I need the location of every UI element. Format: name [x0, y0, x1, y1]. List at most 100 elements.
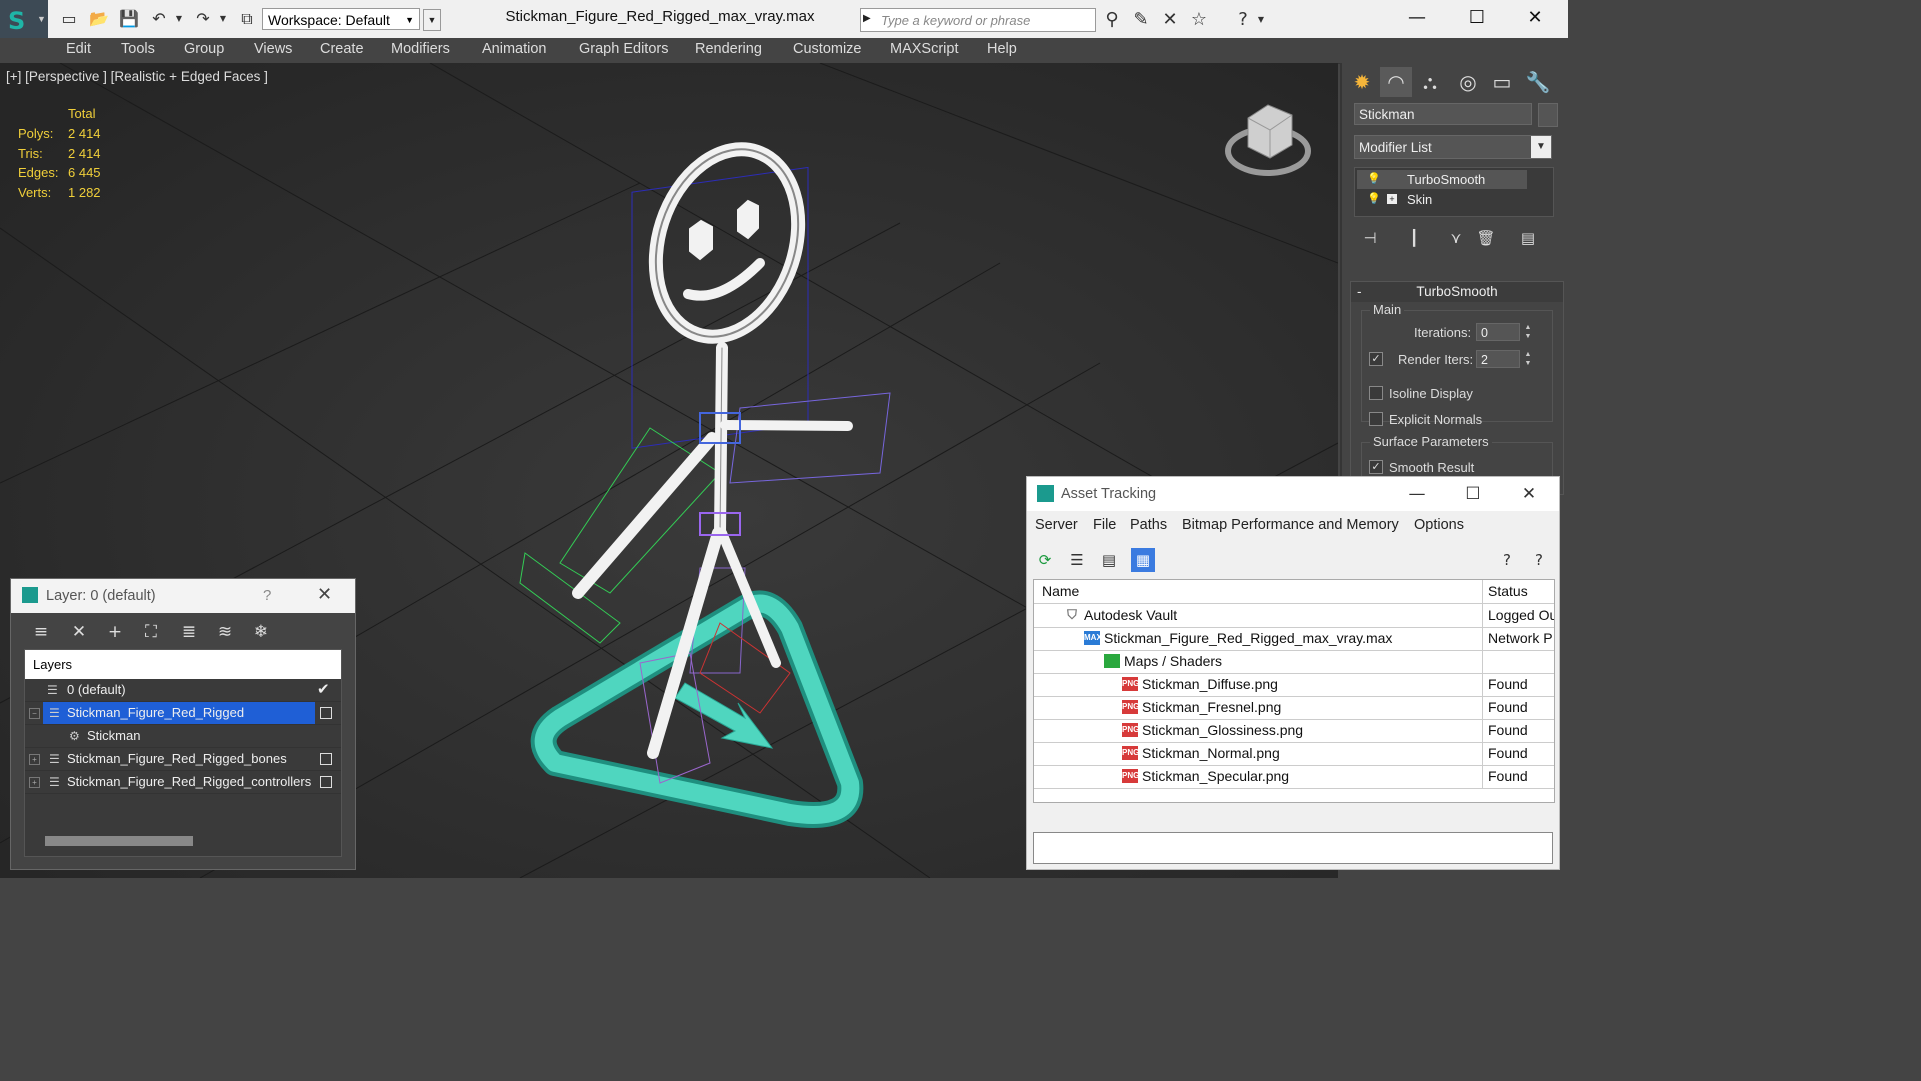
layer-tree[interactable]: Layers ☰ 0 (default) ✔ − ☰ Stickman_Figu…: [24, 649, 342, 857]
layer-row-rigged[interactable]: − ☰ Stickman_Figure_Red_Rigged: [25, 702, 341, 725]
thumbnail-view-icon[interactable]: ▤: [1097, 548, 1121, 572]
layer-row-stickman[interactable]: ⚙ Stickman: [25, 725, 341, 748]
stack-item-turbosmooth[interactable]: 💡 TurboSmooth: [1357, 170, 1527, 189]
menu-views[interactable]: Views: [254, 41, 292, 57]
minimize-button[interactable]: —: [1389, 477, 1445, 511]
help-dropdown-icon[interactable]: ▼: [1254, 8, 1268, 32]
close-icon[interactable]: ✕: [317, 584, 332, 605]
workspace-dropdown[interactable]: Workspace: Default ▼: [262, 8, 420, 30]
menu-tools[interactable]: Tools: [121, 41, 155, 57]
render-iters-spinner[interactable]: 2: [1476, 350, 1520, 368]
asset-menu-options[interactable]: Options: [1414, 517, 1464, 533]
layer-row-controllers[interactable]: + ☰ Stickman_Figure_Red_Rigged_controlle…: [25, 771, 341, 794]
table-view-icon[interactable]: ▦: [1131, 548, 1155, 572]
redo-icon[interactable]: ↷: [192, 9, 214, 29]
maximize-button[interactable]: ☐: [1445, 477, 1501, 511]
spinner-arrows-icon[interactable]: ▲ ▼: [1523, 350, 1533, 368]
select-objects-icon[interactable]: ⛶: [137, 619, 165, 645]
collapse-icon[interactable]: −: [29, 708, 40, 719]
asset-tracking-titlebar[interactable]: Asset Tracking — ☐ ✕: [1027, 477, 1559, 511]
open-file-icon[interactable]: 📂: [88, 9, 110, 29]
lightbulb-icon[interactable]: 💡: [1367, 170, 1381, 189]
spinner-arrows-icon[interactable]: ▲ ▼: [1523, 323, 1533, 341]
project-icon[interactable]: ⧉: [236, 9, 258, 29]
motion-icon[interactable]: ◎: [1452, 67, 1484, 97]
configure-sets-icon[interactable]: ▤: [1514, 227, 1542, 249]
expand-icon[interactable]: +: [29, 754, 40, 765]
make-unique-icon[interactable]: ⋎: [1442, 227, 1470, 249]
layers-column-header[interactable]: Layers: [25, 650, 341, 679]
asset-menu-file[interactable]: File: [1093, 517, 1116, 533]
display-icon[interactable]: ▭: [1486, 67, 1518, 97]
new-file-icon[interactable]: ▭: [58, 9, 80, 29]
maximize-button[interactable]: ☐: [1452, 4, 1502, 32]
smooth-result-checkbox[interactable]: ✓: [1369, 460, 1383, 474]
show-end-result-icon[interactable]: ┃: [1400, 227, 1428, 249]
utilities-icon[interactable]: 🔧: [1522, 67, 1554, 97]
table-row[interactable]: PNG Stickman_Specular.png Found: [1034, 765, 1554, 789]
hierarchy-icon[interactable]: ⛬: [1414, 67, 1446, 97]
exchange-icon[interactable]: ✕: [1157, 8, 1183, 32]
favorites-star-icon[interactable]: ☆: [1186, 8, 1212, 32]
add-to-layer-icon[interactable]: +: [101, 619, 129, 645]
expand-icon[interactable]: +: [1387, 194, 1397, 204]
create-layer-icon[interactable]: ≡: [27, 619, 55, 645]
delete-layer-icon[interactable]: ✕: [65, 619, 93, 645]
help-context-icon[interactable]: ?: [1527, 548, 1551, 572]
key-tools-icon[interactable]: ✎: [1128, 8, 1154, 32]
table-row[interactable]: PNG Stickman_Glossiness.png Found: [1034, 719, 1554, 743]
table-row[interactable]: PNG Stickman_Fresnel.png Found: [1034, 696, 1554, 720]
horizontal-scrollbar[interactable]: [45, 836, 193, 846]
expand-arrow-icon[interactable]: ▶: [863, 13, 871, 24]
name-column-header[interactable]: Name: [1034, 580, 1483, 603]
layer-visibility-box[interactable]: [320, 707, 332, 719]
lightbulb-icon[interactable]: 💡: [1367, 190, 1381, 209]
table-row[interactable]: ⛉ Autodesk Vault Logged Ou: [1034, 604, 1554, 628]
help-icon[interactable]: ?: [1495, 548, 1519, 572]
table-row[interactable]: PNG Stickman_Diffuse.png Found: [1034, 673, 1554, 697]
viewport-label[interactable]: [+] [Perspective ] [Realistic + Edged Fa…: [6, 69, 268, 84]
freeze-all-layers-icon[interactable]: ❄: [247, 619, 275, 645]
menu-maxscript[interactable]: MAXScript: [890, 41, 959, 57]
table-row[interactable]: MAX Stickman_Figure_Red_Rigged_max_vray.…: [1034, 627, 1554, 651]
highlight-layer-icon[interactable]: ≣: [175, 619, 203, 645]
layer-row-default[interactable]: ☰ 0 (default) ✔: [25, 679, 341, 702]
explicit-normals-checkbox[interactable]: [1369, 412, 1383, 426]
search-box[interactable]: ▶ Type a keyword or phrase: [860, 8, 1096, 32]
table-row[interactable]: Maps / Shaders: [1034, 650, 1554, 674]
asset-menu-bitmap-performance[interactable]: Bitmap Performance and Memory: [1182, 517, 1399, 533]
menu-edit[interactable]: Edit: [66, 41, 91, 57]
menu-animation[interactable]: Animation: [482, 41, 546, 57]
save-icon[interactable]: 💾: [118, 9, 140, 29]
hide-all-layers-icon[interactable]: ≋: [211, 619, 239, 645]
layer-row-bones[interactable]: + ☰ Stickman_Figure_Red_Rigged_bones: [25, 748, 341, 771]
expand-icon[interactable]: +: [29, 777, 40, 788]
minimize-button[interactable]: —: [1392, 4, 1442, 32]
menu-help[interactable]: Help: [987, 41, 1017, 57]
list-view-icon[interactable]: ☰: [1065, 548, 1089, 572]
close-button[interactable]: ✕: [1510, 4, 1560, 32]
undo-dropdown-icon[interactable]: ▼: [172, 9, 186, 29]
close-button[interactable]: ✕: [1501, 477, 1557, 511]
stack-item-skin[interactable]: 💡 + Skin: [1357, 190, 1527, 209]
object-color-swatch[interactable]: [1538, 103, 1558, 127]
isoline-display-checkbox[interactable]: [1369, 386, 1383, 400]
menu-rendering[interactable]: Rendering: [695, 41, 762, 57]
asset-menu-paths[interactable]: Paths: [1130, 517, 1167, 533]
binoculars-icon[interactable]: ⚲: [1099, 8, 1125, 32]
pin-stack-icon[interactable]: ⊣: [1356, 227, 1384, 249]
undo-icon[interactable]: ↶: [148, 9, 170, 29]
help-icon[interactable]: ?: [263, 587, 271, 604]
app-menu-button[interactable]: S ▼: [0, 0, 48, 38]
modify-icon[interactable]: ◠: [1380, 67, 1412, 97]
current-layer-check-icon[interactable]: ✔: [317, 679, 330, 701]
layer-dialog-titlebar[interactable]: Layer: 0 (default) ? ✕: [11, 579, 355, 613]
asset-path-field[interactable]: [1033, 832, 1553, 864]
refresh-icon[interactable]: ⟳: [1033, 548, 1057, 572]
menu-group[interactable]: Group: [184, 41, 224, 57]
asset-table[interactable]: Name Status ⛉ Autodesk Vault Logged Ou M…: [1033, 579, 1555, 803]
remove-modifier-icon[interactable]: 🗑: [1472, 227, 1500, 249]
menu-create[interactable]: Create: [320, 41, 364, 57]
asset-menu-server[interactable]: Server: [1035, 517, 1078, 533]
status-column-header[interactable]: Status: [1488, 580, 1528, 603]
